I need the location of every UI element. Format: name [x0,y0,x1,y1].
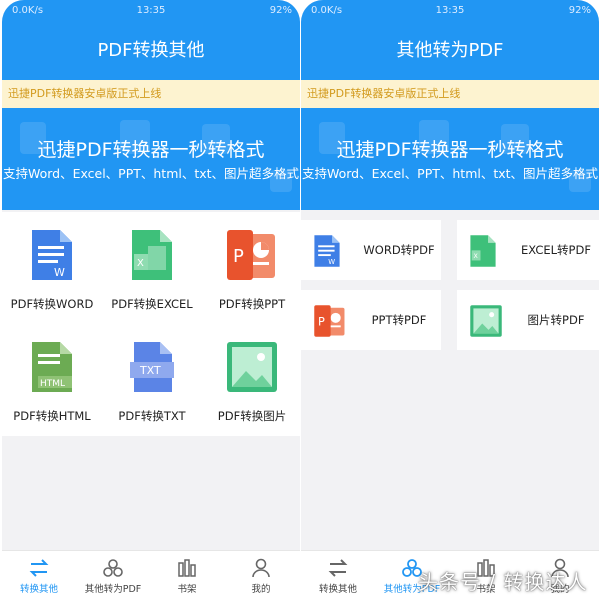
clock: 13:35 [435,5,465,16]
item-label: PDF转换EXCEL [111,297,193,311]
left-phone-screen: 0.0K/s 13:35 92% PDF转换其他 迅捷PDF转换器安卓版正式上线… [2,0,300,600]
recycle-icon [102,557,124,583]
card-label: WORD转PDF [363,243,435,257]
image-doc-icon [469,304,503,342]
item-label: PDF转换TXT [118,409,186,423]
battery-level: 92% [269,5,292,16]
svg-text:X: X [137,258,144,269]
item-label: PDF转换PPT [218,297,286,311]
pdf-to-ppt-item[interactable]: P PDF转换PPT [202,212,300,324]
image-to-pdf-card[interactable]: 图片转PDF [457,290,599,350]
tab-convert-other[interactable]: 转换其他 [2,551,76,600]
svg-text:P: P [318,314,325,328]
status-bar: 0.0K/s 13:35 92% [2,0,300,22]
txt-doc-icon: TXT [128,340,176,398]
excel-doc-icon: X [469,234,497,272]
promo-banner[interactable]: 迅捷PDF转换器一秒转格式 支持Word、Excel、PPT、html、txt、… [301,108,599,210]
convert-arrows-icon [327,557,349,583]
tab-mine[interactable]: 我的 [224,551,298,600]
html-doc-icon: HTML [30,340,74,398]
pdf-to-word-item[interactable]: W PDF转换WORD [2,212,102,324]
card-label: EXCEL转PDF [521,243,591,257]
tab-other-to-pdf[interactable]: 其他转为PDF [76,551,150,600]
tab-label: 转换其他 [318,584,357,595]
battery-level: 92% [568,5,591,16]
card-label: PPT转PDF [371,313,427,327]
clock: 13:35 [136,5,166,16]
tab-label: 书架 [177,584,197,595]
svg-text:X: X [474,253,479,260]
tab-convert-other[interactable]: 转换其他 [301,551,375,600]
svg-text:TXT: TXT [139,364,161,377]
promo-banner[interactable]: 迅捷PDF转换器一秒转格式 支持Word、Excel、PPT、html、txt、… [2,108,300,210]
ppt-doc-icon: P [225,228,279,286]
banner-title: 迅捷PDF转换器一秒转格式 [336,139,564,161]
pdf-to-html-item[interactable]: HTML PDF转换HTML [2,324,102,436]
page-title: PDF转换其他 [2,22,300,80]
word-doc-icon: W [30,228,74,286]
svg-text:W: W [54,266,65,279]
banner-subtitle: 支持Word、Excel、PPT、html、txt、图片超多格式 [301,166,599,181]
excel-doc-icon: X [130,228,174,286]
item-label: PDF转换HTML [13,409,91,423]
card-label: 图片转PDF [527,313,585,327]
bookshelf-icon [176,557,198,583]
tab-label: 转换其他 [19,584,58,595]
tab-label: 我的 [251,584,271,595]
banner-subtitle: 支持Word、Excel、PPT、html、txt、图片超多格式 [2,166,300,181]
pdf-to-excel-item[interactable]: X PDF转换EXCEL [102,212,202,324]
item-label: PDF转换图片 [217,409,287,423]
convert-arrows-icon [28,557,50,583]
notice-bar[interactable]: 迅捷PDF转换器安卓版正式上线 [301,80,599,108]
watermark: 头条号 / 转换达人 [418,570,588,594]
tab-bookshelf[interactable]: 书架 [150,551,224,600]
pdf-to-txt-item[interactable]: TXT PDF转换TXT [102,324,202,436]
banner-title: 迅捷PDF转换器一秒转格式 [37,139,265,161]
excel-to-pdf-card[interactable]: X EXCEL转PDF [457,220,599,280]
ppt-doc-icon: P [313,304,347,342]
pdf-to-image-item[interactable]: PDF转换图片 [202,324,300,436]
page-title: 其他转为PDF [301,22,599,80]
image-doc-icon [225,340,279,398]
convert-options-grid: W PDF转换WORD X PDF转换EXCEL P PDF转换PPT HTML [2,212,300,436]
svg-text:P: P [233,246,244,267]
item-label: PDF转换WORD [10,297,94,311]
right-phone-screen: 0.0K/s 13:35 92% 其他转为PDF 迅捷PDF转换器安卓版正式上线… [301,0,599,600]
bottom-tab-bar: 转换其他 其他转为PDF 书架 我的 [2,550,300,600]
tab-label: 其他转为PDF [84,584,142,595]
screenshot-canvas: 0.0K/s 13:35 92% PDF转换其他 迅捷PDF转换器安卓版正式上线… [0,0,600,600]
ppt-to-pdf-card[interactable]: P PPT转PDF [301,290,441,350]
user-icon [250,557,272,583]
svg-text:W: W [328,258,335,266]
svg-text:HTML: HTML [40,379,65,389]
status-bar: 0.0K/s 13:35 92% [301,0,599,22]
word-doc-icon: W [313,234,341,272]
word-to-pdf-card[interactable]: W WORD转PDF [301,220,441,280]
notice-bar[interactable]: 迅捷PDF转换器安卓版正式上线 [2,80,300,108]
